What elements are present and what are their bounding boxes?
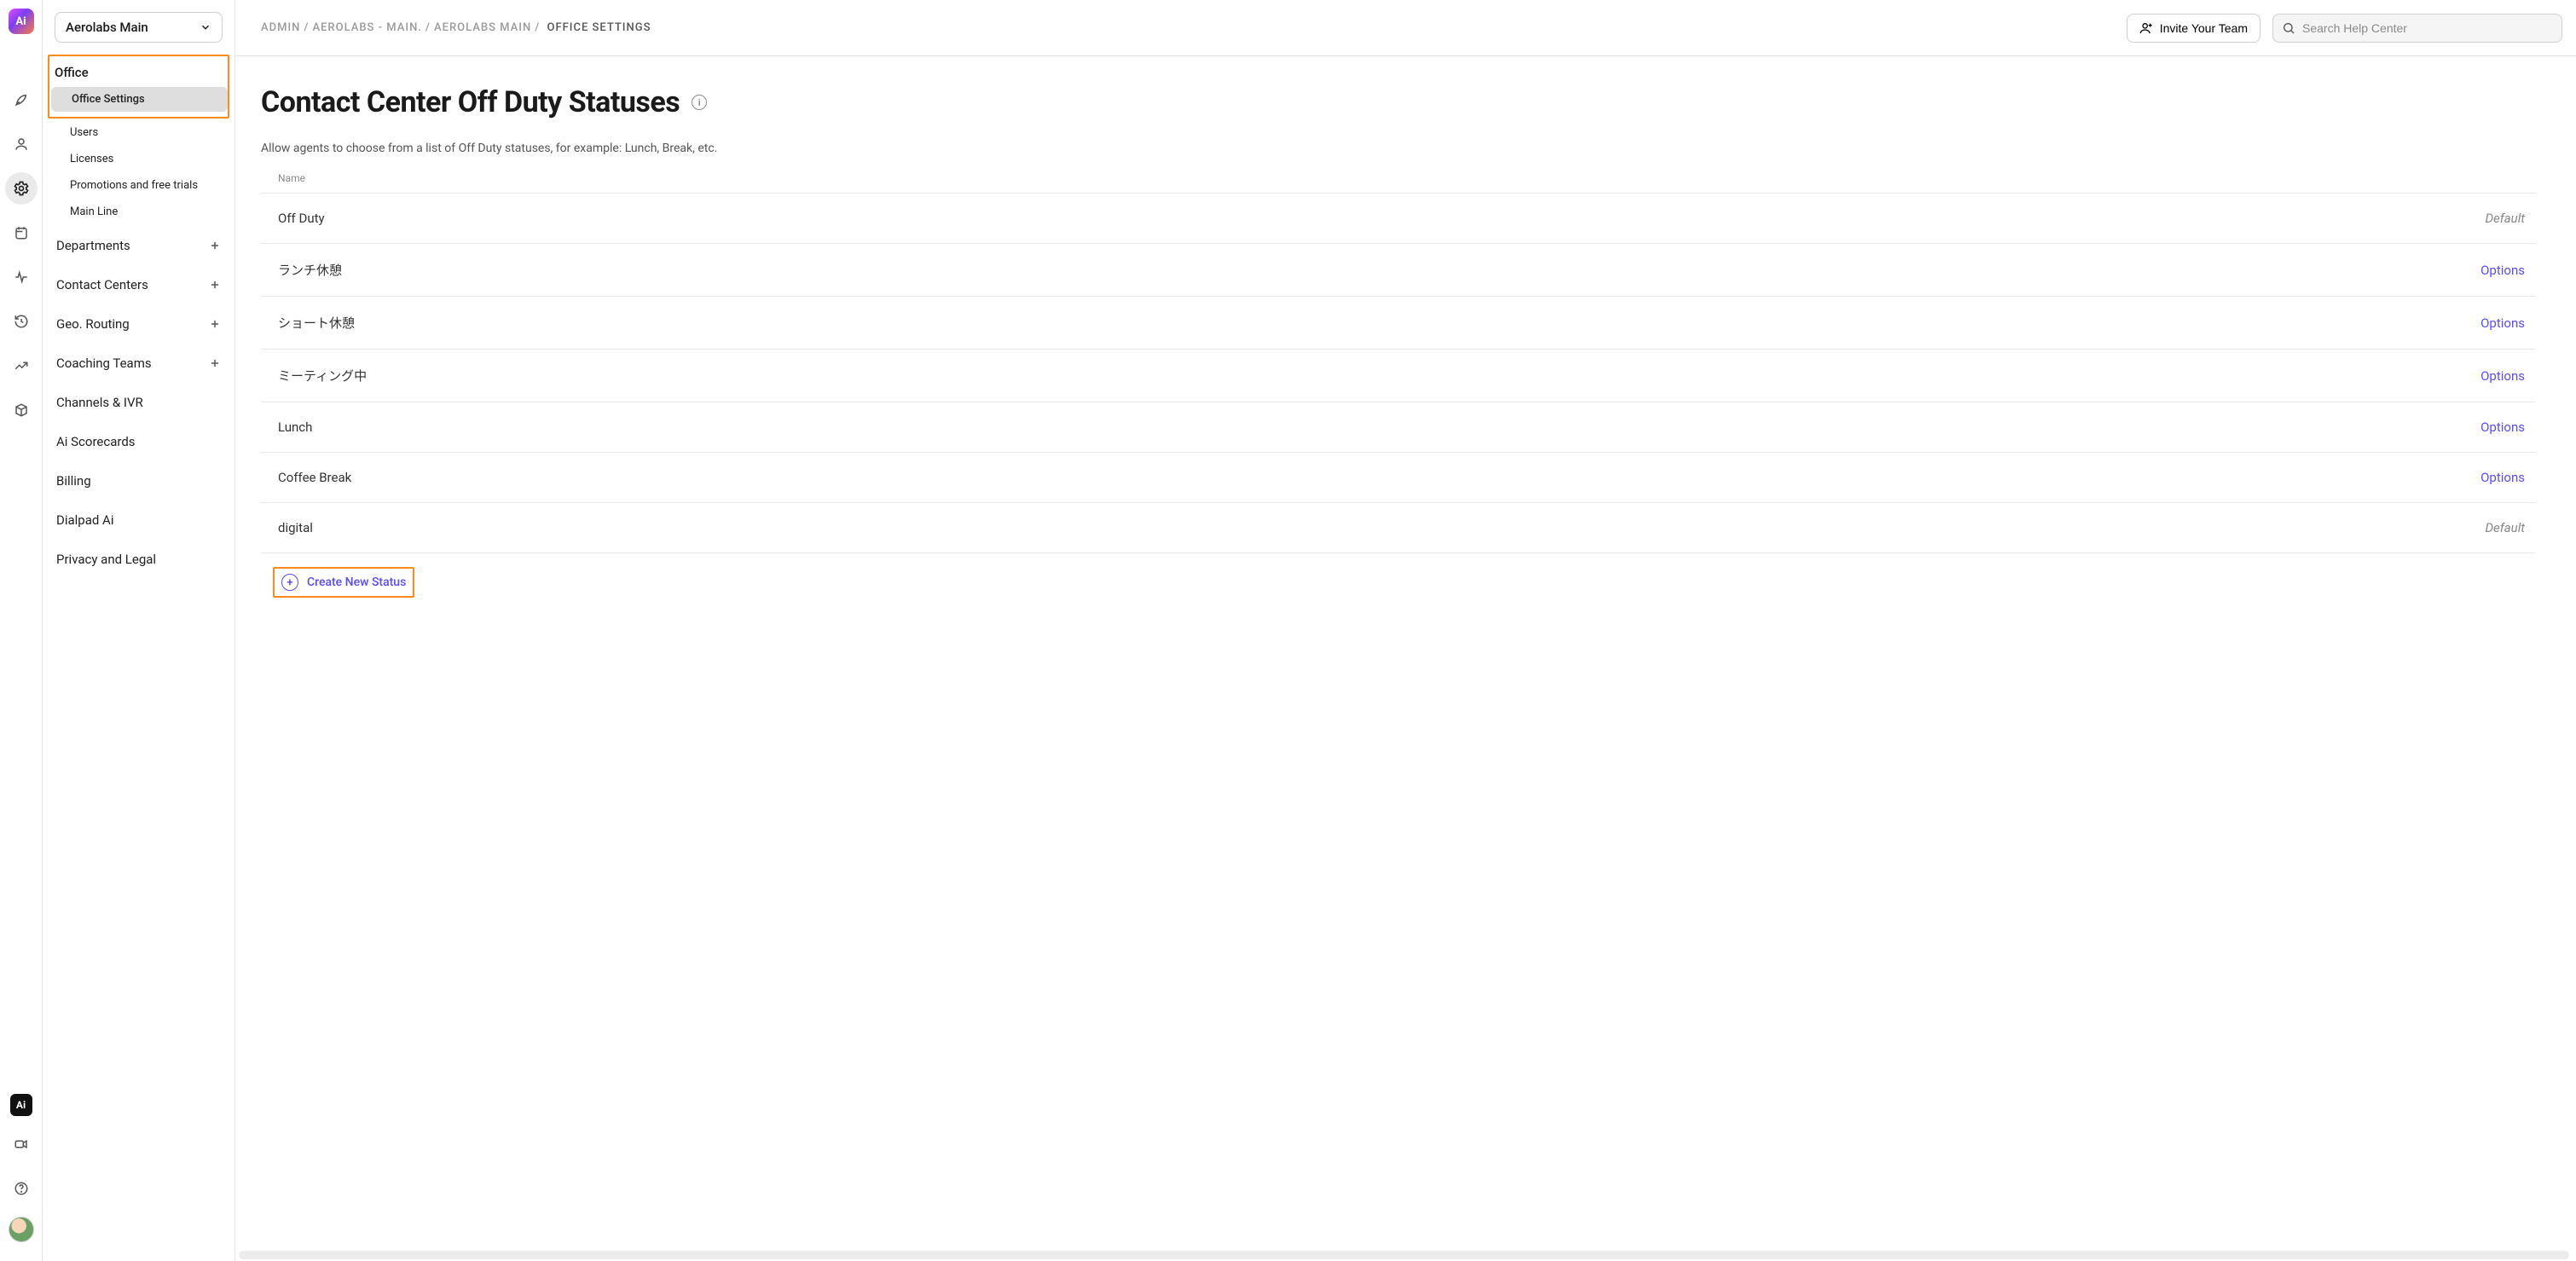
- sidebar-nav-item[interactable]: Coaching Teams: [43, 344, 234, 383]
- sidebar-nav-item[interactable]: Contact Centers: [43, 265, 234, 304]
- sidebar-nav-label: Dialpad Ai: [56, 512, 114, 528]
- trending-icon[interactable]: [5, 350, 38, 382]
- sidebar-nav-item[interactable]: Dialpad Ai: [43, 500, 234, 540]
- search-icon: [2282, 21, 2295, 35]
- sidebar-nav-item[interactable]: Channels & IVR: [43, 383, 234, 422]
- org-picker-label: Aerolabs Main: [66, 20, 148, 35]
- sidebar-nav-label: Channels & IVR: [56, 395, 143, 410]
- launch-icon[interactable]: [5, 84, 38, 116]
- status-name: Off Duty: [278, 211, 325, 226]
- options-link[interactable]: Options: [2480, 263, 2525, 278]
- status-name: ミーティング中: [278, 367, 367, 385]
- sidebar-nav-label: Privacy and Legal: [56, 552, 156, 567]
- sidebar-nav-label: Departments: [56, 238, 130, 253]
- sidebar-subitem[interactable]: Office Settings: [51, 87, 228, 112]
- content: Contact Center Off Duty Statuses i Allow…: [235, 56, 2576, 1249]
- create-status-highlight: + Create New Status: [273, 567, 414, 598]
- page-title: Contact Center Off Duty Statuses: [261, 85, 680, 119]
- user-avatar[interactable]: [9, 1217, 34, 1242]
- office-group-highlight: Office Office Settings: [48, 55, 229, 119]
- sidebar-subitem[interactable]: Users: [49, 120, 229, 145]
- sidebar-subitem[interactable]: Main Line: [49, 200, 229, 224]
- create-status-button[interactable]: Create New Status: [307, 576, 406, 589]
- sidebar-subitem[interactable]: Promotions and free trials: [49, 173, 229, 198]
- sidebar-nav-label: Ai Scorecards: [56, 434, 136, 449]
- breadcrumb-separator: /: [535, 21, 540, 34]
- sidebar-nav-label: Coaching Teams: [56, 356, 152, 371]
- chevron-down-icon: [200, 21, 211, 33]
- status-name: Coffee Break: [278, 470, 351, 485]
- default-badge: Default: [2485, 211, 2525, 226]
- cube-icon[interactable]: [5, 394, 38, 426]
- status-name: Lunch: [278, 419, 312, 435]
- office-group-title[interactable]: Office: [49, 56, 228, 85]
- search-help[interactable]: [2272, 14, 2562, 43]
- video-icon[interactable]: [5, 1128, 38, 1160]
- settings-icon[interactable]: [5, 172, 38, 205]
- horizontal-scrollbar[interactable]: [235, 1249, 2576, 1261]
- table-row: ミーティング中 Options: [261, 350, 2535, 402]
- plus-icon[interactable]: [207, 277, 223, 292]
- activity-icon[interactable]: [5, 261, 38, 293]
- status-name: ランチ休憩: [278, 261, 342, 279]
- table-row: Off Duty Default: [261, 194, 2535, 244]
- breadcrumb-separator: /: [425, 21, 431, 34]
- sidebar-nav-label: Contact Centers: [56, 277, 148, 292]
- history-icon[interactable]: [5, 305, 38, 338]
- sidebar-subitem[interactable]: Licenses: [49, 147, 229, 171]
- sidebar-nav-label: Geo. Routing: [56, 316, 130, 332]
- breadcrumb-item[interactable]: AEROLABS MAIN: [434, 21, 531, 34]
- ai-square-icon[interactable]: Ai: [10, 1094, 32, 1116]
- plus-circle-icon: +: [281, 574, 298, 591]
- options-link[interactable]: Options: [2480, 470, 2525, 485]
- options-link[interactable]: Options: [2480, 315, 2525, 331]
- options-link[interactable]: Options: [2480, 368, 2525, 384]
- default-badge: Default: [2485, 520, 2525, 535]
- invite-label: Invite Your Team: [2160, 21, 2248, 35]
- org-picker[interactable]: Aerolabs Main: [55, 12, 223, 43]
- breadcrumb-separator: /: [304, 21, 309, 34]
- sidebar-nav-item[interactable]: Departments: [43, 226, 234, 265]
- options-link[interactable]: Options: [2480, 419, 2525, 435]
- table-row: Coffee Break Options: [261, 453, 2535, 503]
- status-name: ショート休憩: [278, 314, 355, 332]
- table-row: Lunch Options: [261, 402, 2535, 453]
- app-logo[interactable]: Ai: [9, 9, 34, 34]
- breadcrumb: ADMIN/AEROLABS - MAIN./AEROLABS MAIN/ OF…: [261, 21, 651, 34]
- topbar: ADMIN/AEROLABS - MAIN./AEROLABS MAIN/ OF…: [235, 0, 2576, 56]
- help-icon[interactable]: [5, 1172, 38, 1205]
- main: ADMIN/AEROLABS - MAIN./AEROLABS MAIN/ OF…: [235, 0, 2576, 1261]
- status-table: Name Off Duty Default ランチ休憩 Options ショート休憩 Op…: [261, 167, 2535, 598]
- info-icon[interactable]: i: [692, 95, 707, 110]
- plus-icon[interactable]: [207, 356, 223, 371]
- breadcrumb-current: OFFICE SETTINGS: [547, 21, 651, 34]
- status-name: digital: [278, 520, 313, 535]
- page-description: Allow agents to choose from a list of Of…: [261, 142, 2535, 155]
- sidebar-nav-label: Billing: [56, 473, 91, 489]
- sidebar-nav-item[interactable]: Privacy and Legal: [43, 540, 234, 579]
- plus-icon[interactable]: [207, 316, 223, 332]
- breadcrumb-item[interactable]: ADMIN: [261, 21, 300, 34]
- table-row: digital Default: [261, 503, 2535, 553]
- search-help-input[interactable]: [2302, 21, 2553, 35]
- icon-rail: Ai Ai: [0, 0, 43, 1261]
- invite-team-button[interactable]: Invite Your Team: [2127, 14, 2261, 43]
- person-icon[interactable]: [5, 128, 38, 160]
- calendar-icon[interactable]: [5, 217, 38, 249]
- sidebar-nav-item[interactable]: Billing: [43, 461, 234, 500]
- sidebar: Aerolabs Main Office Office Settings Use…: [43, 0, 235, 1261]
- table-header-name: Name: [261, 167, 2535, 194]
- plus-icon[interactable]: [207, 238, 223, 253]
- table-row: ショート休憩 Options: [261, 297, 2535, 350]
- sidebar-nav-item[interactable]: Geo. Routing: [43, 304, 234, 344]
- table-row: ランチ休憩 Options: [261, 244, 2535, 297]
- breadcrumb-item[interactable]: AEROLABS - MAIN.: [312, 21, 421, 34]
- sidebar-nav-item[interactable]: Ai Scorecards: [43, 422, 234, 461]
- person-plus-icon: [2139, 21, 2153, 35]
